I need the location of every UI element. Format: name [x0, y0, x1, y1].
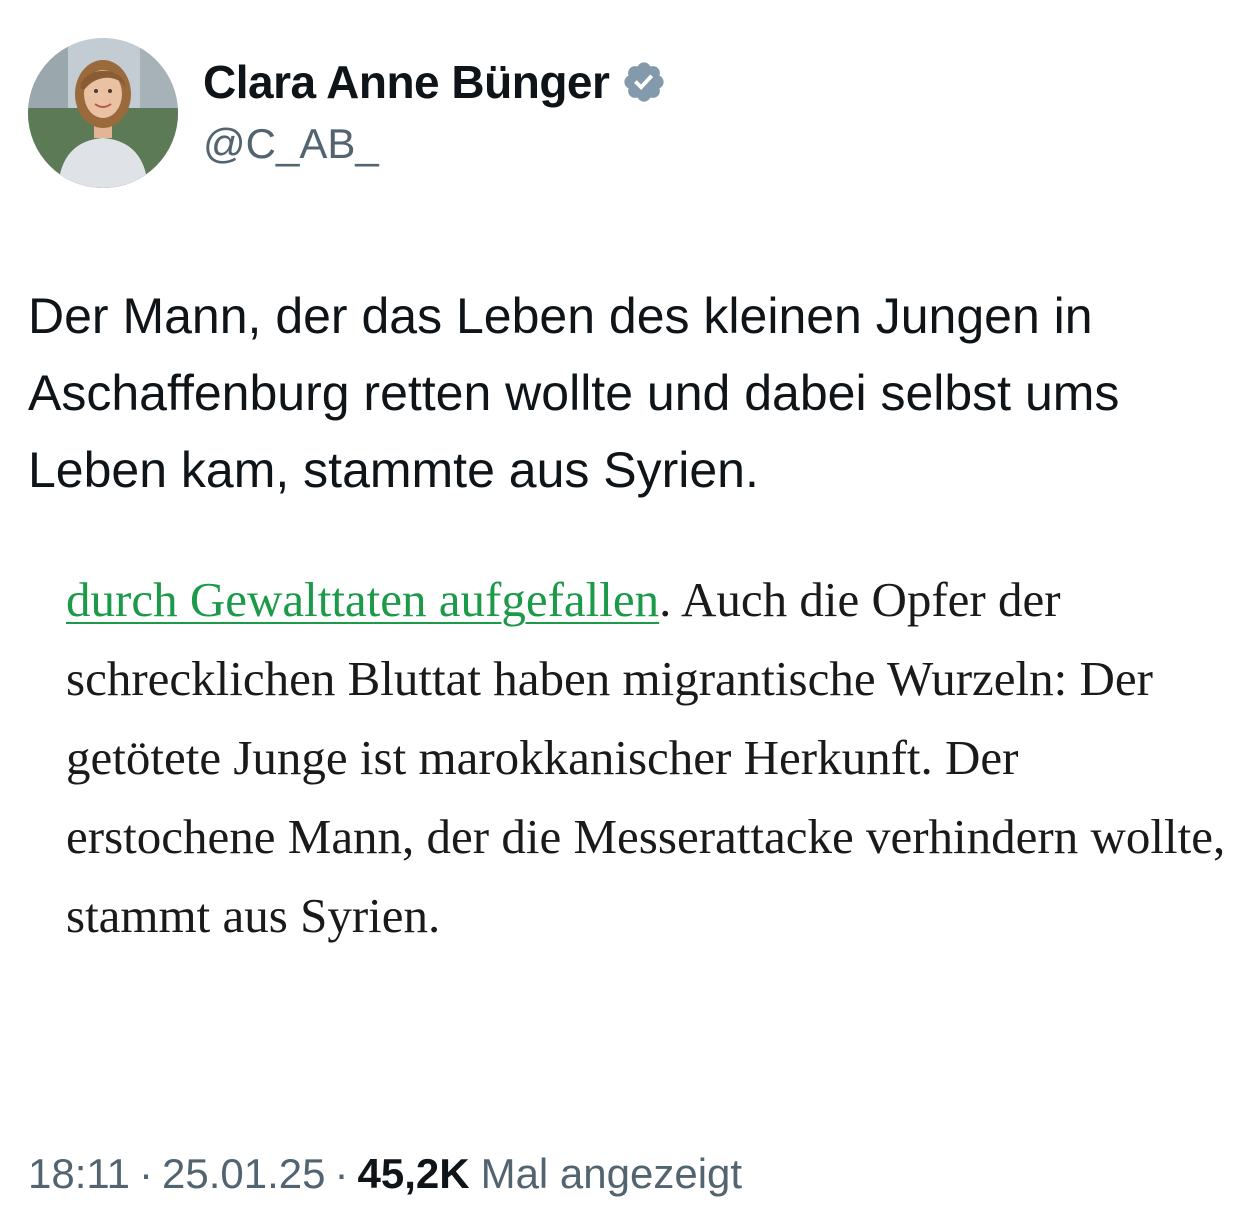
tweet-detail: Clara Anne Bünger @C_AB_ Der Mann, der d…: [0, 0, 1236, 1205]
author-name-row: Clara Anne Bünger: [203, 52, 667, 112]
avatar[interactable]: [28, 38, 178, 188]
avatar-photo: [28, 38, 178, 188]
meta-separator: ·: [334, 1150, 349, 1197]
author-display-name[interactable]: Clara Anne Bünger: [203, 55, 610, 109]
tweet-date[interactable]: 25.01.25: [162, 1150, 326, 1198]
attached-article-screenshot[interactable]: durch Gewalttaten aufgefallen. Auch die …: [66, 560, 1226, 955]
verified-badge-icon: [624, 62, 665, 102]
tweet-meta: 18:11 · 25.01.25 · 45,2K Mal angezeigt: [28, 1146, 742, 1202]
views-count: 45,2K: [357, 1150, 470, 1197]
article-body-text: . Auch die Opfer der schrecklichen Blutt…: [66, 572, 1226, 943]
article-link: durch Gewalttaten aufgefallen: [66, 572, 660, 627]
tweet-text: Der Mann, der das Leben des kleinen Jung…: [28, 288, 1120, 498]
views-label: Mal angezeigt: [480, 1150, 743, 1197]
author-handle[interactable]: @C_AB_: [203, 120, 379, 168]
tweet-time[interactable]: 18:11: [28, 1150, 130, 1198]
meta-separator: ·: [139, 1150, 153, 1197]
